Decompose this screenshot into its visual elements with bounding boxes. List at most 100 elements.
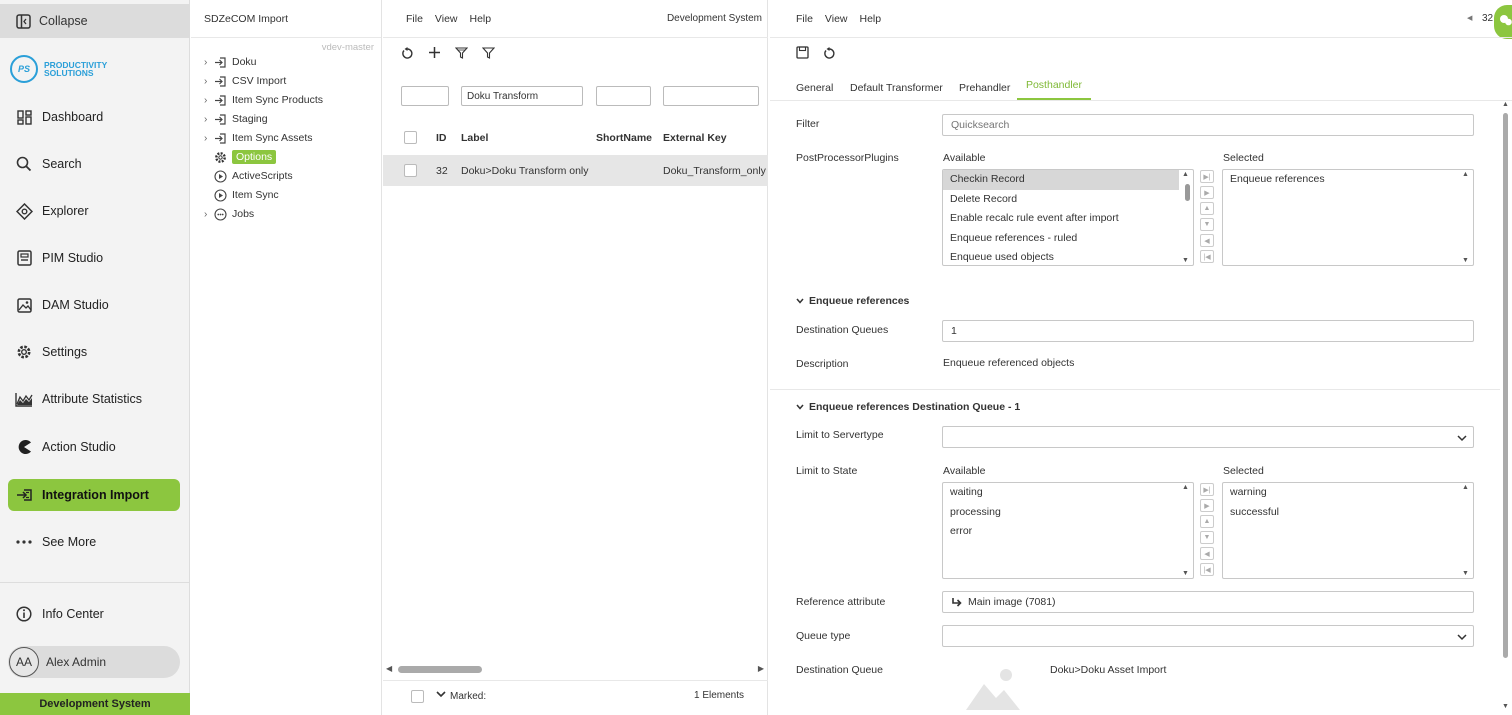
filter-label-input[interactable]	[461, 86, 583, 106]
nav-integration-import[interactable]: Integration Import	[8, 479, 180, 511]
list-item[interactable]: Delete Record	[943, 190, 1193, 210]
scroll-up-icon[interactable]: ▲	[1462, 484, 1471, 491]
tab-general[interactable]: General	[796, 82, 833, 94]
nav-attribute-statistics[interactable]: Attribute Statistics	[8, 383, 180, 415]
column-header-id[interactable]: ID	[436, 132, 447, 144]
plugins-available-list[interactable]: Checkin Record Delete Record Enable reca…	[942, 169, 1194, 266]
move-all-left-icon[interactable]: |◀	[1200, 250, 1214, 263]
filter-icon[interactable]	[481, 47, 496, 62]
list-item[interactable]: Enqueue used objects	[943, 248, 1193, 265]
state-available-list[interactable]: waiting processing error ▲ ▼	[942, 482, 1194, 579]
chevron-right-icon[interactable]: ›	[204, 57, 214, 68]
marked-checkbox[interactable]	[411, 690, 424, 703]
list-item[interactable]: Enqueue references - ruled	[943, 229, 1193, 249]
nav-settings[interactable]: Settings	[8, 336, 180, 368]
list-item[interactable]: waiting	[943, 483, 1193, 503]
tree-item-item-sync-products[interactable]: › Item Sync Products	[204, 91, 323, 109]
list-item[interactable]: successful	[1223, 503, 1473, 523]
quicksearch-input[interactable]	[942, 114, 1474, 136]
scroll-left-icon[interactable]: ◀	[386, 664, 392, 673]
move-right-icon[interactable]: ▶	[1200, 186, 1214, 199]
scroll-thumb[interactable]	[398, 666, 482, 673]
scroll-thumb[interactable]	[1503, 113, 1508, 658]
list-item[interactable]: Checkin Record	[943, 170, 1179, 190]
ref-attr-field[interactable]: Main image (7081)	[942, 591, 1474, 613]
tree-item-activescripts[interactable]: ActiveScripts	[214, 167, 293, 185]
scroll-up-icon[interactable]: ▲	[1502, 101, 1509, 108]
tree-item-staging[interactable]: › Staging	[204, 110, 268, 128]
chat-bubble-button[interactable]	[1494, 5, 1512, 39]
move-down-icon[interactable]: ▼	[1200, 218, 1214, 231]
move-down-icon[interactable]: ▼	[1200, 531, 1214, 544]
scroll-down-icon[interactable]: ▼	[1462, 257, 1471, 264]
chevron-down-icon[interactable]	[436, 689, 446, 702]
nav-see-more[interactable]: See More	[8, 526, 180, 558]
scroll-down-icon[interactable]: ▼	[1502, 703, 1509, 710]
nav-action-studio[interactable]: Action Studio	[8, 431, 180, 463]
filter-external-key-input[interactable]	[663, 86, 759, 106]
panel-left-icon[interactable]: ◀	[1467, 14, 1472, 22]
nav-explorer[interactable]: Explorer	[8, 195, 180, 227]
list-item[interactable]: warning	[1223, 483, 1473, 503]
move-left-icon[interactable]: ◀	[1200, 547, 1214, 560]
vertical-scrollbar[interactable]: ▲ ▼	[1501, 101, 1511, 715]
nav-pim-studio[interactable]: PIM Studio	[8, 242, 180, 274]
section-destination-queue[interactable]: Enqueue references Destination Queue - 1	[796, 401, 1020, 413]
tree-item-jobs[interactable]: › Jobs	[204, 205, 254, 223]
menu-help[interactable]: Help	[470, 13, 492, 25]
horizontal-scrollbar[interactable]: ◀ ▶	[386, 664, 764, 675]
dest-queues-input[interactable]: 1	[942, 320, 1474, 342]
dest-queue-value[interactable]: Doku>Doku Asset Import	[1050, 664, 1166, 676]
tree-item-options[interactable]: Options	[214, 148, 277, 166]
tab-posthandler[interactable]: Posthandler	[1017, 72, 1091, 100]
scroll-down-icon[interactable]: ▼	[1182, 257, 1191, 264]
nav-dam-studio[interactable]: DAM Studio	[8, 289, 180, 321]
tree-item-item-sync-assets[interactable]: › Item Sync Assets	[204, 129, 313, 147]
tab-prehandler[interactable]: Prehandler	[959, 82, 1010, 94]
move-all-left-icon[interactable]: |◀	[1200, 563, 1214, 576]
scroll-up-icon[interactable]: ▲	[1182, 484, 1191, 491]
scroll-up-icon[interactable]: ▲	[1462, 171, 1471, 178]
column-header-label[interactable]: Label	[461, 132, 488, 144]
list-item[interactable]: error	[943, 522, 1193, 542]
save-icon[interactable]	[796, 46, 809, 62]
tree-item-doku[interactable]: › Doku	[204, 53, 257, 71]
collapse-button[interactable]: Collapse	[0, 4, 190, 38]
scroll-right-icon[interactable]: ▶	[758, 664, 764, 673]
tab-default-transformer[interactable]: Default Transformer	[850, 82, 943, 94]
move-right-icon[interactable]: ▶	[1200, 499, 1214, 512]
scroll-thumb[interactable]	[1185, 184, 1190, 201]
menu-file[interactable]: File	[796, 13, 813, 25]
chevron-right-icon[interactable]: ›	[204, 95, 214, 106]
list-item[interactable]: Enable recalc rule event after import	[943, 209, 1193, 229]
refresh-icon[interactable]	[401, 47, 414, 63]
refresh-icon[interactable]	[823, 47, 836, 63]
filter-id-input[interactable]	[401, 86, 449, 106]
nav-dashboard[interactable]: Dashboard	[8, 101, 180, 133]
move-up-icon[interactable]: ▲	[1200, 515, 1214, 528]
column-header-external-key[interactable]: External Key	[663, 132, 727, 144]
menu-view[interactable]: View	[435, 13, 458, 25]
scroll-down-icon[interactable]: ▼	[1462, 570, 1471, 577]
user-menu[interactable]: AA Alex Admin	[8, 646, 180, 678]
move-up-icon[interactable]: ▲	[1200, 202, 1214, 215]
add-icon[interactable]	[428, 46, 441, 62]
move-left-icon[interactable]: ◀	[1200, 234, 1214, 247]
move-all-right-icon[interactable]: ▶|	[1200, 170, 1214, 183]
row-checkbox[interactable]	[404, 164, 417, 177]
servertype-select[interactable]	[942, 426, 1474, 448]
table-row[interactable]: 32 Doku>Doku Transform only Doku_Transfo…	[383, 155, 768, 186]
select-all-checkbox[interactable]	[404, 131, 417, 144]
list-item[interactable]: Enqueue references	[1223, 170, 1473, 190]
menu-view[interactable]: View	[825, 13, 848, 25]
tree-item-csv-import[interactable]: › CSV Import	[204, 72, 286, 90]
move-all-right-icon[interactable]: ▶|	[1200, 483, 1214, 496]
nav-info-center[interactable]: Info Center	[8, 598, 180, 630]
chevron-right-icon[interactable]: ›	[204, 209, 214, 220]
chevron-right-icon[interactable]: ›	[204, 133, 214, 144]
chevron-right-icon[interactable]: ›	[204, 114, 214, 125]
menu-file[interactable]: File	[406, 13, 423, 25]
section-enqueue-references[interactable]: Enqueue references	[796, 295, 909, 307]
filter-shortname-input[interactable]	[596, 86, 651, 106]
chevron-right-icon[interactable]: ›	[204, 76, 214, 87]
